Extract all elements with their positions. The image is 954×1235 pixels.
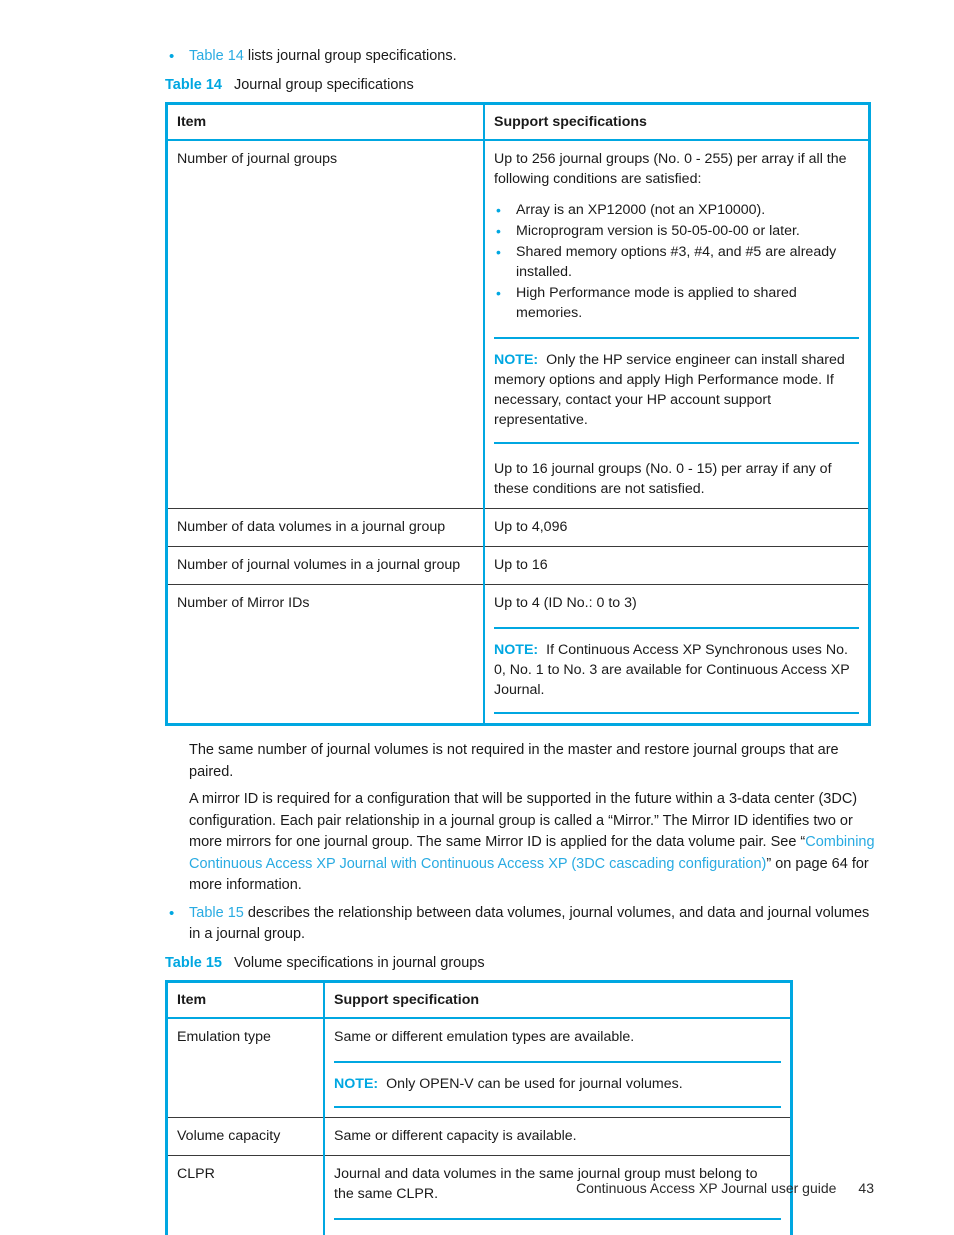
table14-row3-item: Number of Mirror IDs [166,584,485,725]
table15-body: Emulation type Same or different emulati… [166,1017,792,1235]
list-item: • High Performance mode is applied to sha… [494,283,859,323]
table15-caption: Table 15 Volume specifications in journal… [165,953,875,974]
table15-row2-note: NOTE:A primary journal group and the cor… [334,1217,781,1235]
table15-caption-label: Table 15 [165,954,222,971]
table14-body: Number of journal groups Up to 256 journ… [166,140,870,725]
table-row: Emulation type Same or different emulati… [166,1017,792,1118]
table14-caption-label: Table 14 [165,77,222,93]
note-text: Only the HP service engineer can install… [494,352,845,428]
intro-bullet-table15-rest: describes the relationship between data … [189,904,870,942]
intro-bullet-table14: • Table 14 lists journal group specifica… [165,46,875,67]
footer-page-number: 43 [858,1180,874,1196]
note-label: NOTE: [334,1075,379,1092]
table15-row0-spec-intro: Same or different emulation types are av… [334,1028,635,1045]
note-body: NOTE: Only OPEN-V can be used for journal… [334,1074,781,1094]
table14-header-item: Item [166,103,485,141]
table15: Item Support specification Emulation typ… [165,979,793,1235]
table14-header-row: Item Support specifications [166,103,870,141]
table15-head: Item Support specification [166,981,792,1019]
body-paragraph-2-part1: A mirror ID is required for a configurat… [189,791,858,850]
table14-head: Item Support specifications [166,103,870,141]
table-row: Number of journal groups Up to 256 journ… [166,140,870,509]
note-body: NOTE: Only the HP service engineer can in… [494,350,859,430]
table15-row0-note: NOTE: Only OPEN-V can be used for journal… [334,1060,781,1108]
condition-text: High Performance mode is applied to shar… [516,285,797,321]
table-row: Number of data volumes in a journal grou… [166,508,870,547]
table15-row0-item: Emulation type [166,1017,325,1117]
table15-caption-title: Volume specifications in journal groups [233,954,485,971]
table15-row1-item: Volume capacity [166,1116,325,1155]
table14-row0-conditions: • Array is an XP12000 (not an XP10000). •… [494,200,859,323]
body-text-block: The same number of journal volumes is no… [165,740,875,897]
table14-cross-reference[interactable]: Table 14 [189,48,244,64]
table14: Item Support specifications Number of jo… [165,102,871,726]
condition-text: Microprogram version is 50-05-00-00 or l… [516,223,800,239]
list-item: • Array is an XP12000 (not an XP10000). [494,200,859,220]
note-label: NOTE: [494,352,539,368]
table14-row3-spec: Up to 4 (ID No.: 0 to 3) NOTE: If Continu… [484,584,870,725]
table14-row0-spec-intro: Up to 256 journal groups (No. 0 - 255) p… [494,151,847,187]
table14-row3-spec-intro: Up to 4 (ID No.: 0 to 3) [494,595,637,611]
bullet-icon: • [496,202,501,218]
note-text: If Continuous Access XP Synchronous uses… [494,642,850,698]
table14-row3-note: NOTE: If Continuous Access XP Synchronous… [494,627,859,714]
page-footer: Continuous Access XP Journal user guide 4… [0,1180,954,1196]
table15-cross-reference[interactable]: Table 15 [189,905,244,921]
note-body: NOTE: If Continuous Access XP Synchronous… [494,640,859,700]
list-item: • Microprogram version is 50-05-00-00 or … [494,221,859,241]
condition-text: Shared memory options #3, #4, and #5 are… [516,244,837,280]
table14-row2-item: Number of journal volumes in a journal g… [166,546,485,585]
note-label: NOTE: [494,642,539,658]
bullet-icon: • [169,904,175,922]
table14-row0-note: NOTE: Only the HP service engineer can in… [494,337,859,444]
intro-bullet-table15: • Table 15 describes the relationship be… [165,903,875,945]
bullet-icon: • [496,244,501,260]
table15-header-item: Item [166,981,325,1019]
intro-bullet-table14-rest: lists journal group specifications. [243,48,457,64]
table-row: Number of journal volumes in a journal g… [166,546,870,585]
page-content: • Table 14 lists journal group specifica… [165,46,875,1235]
table15-row1-spec: Same or different capacity is available. [324,1116,792,1155]
table14-caption: Table 14 Journal group specifications [165,75,875,96]
table14-row1-item: Number of data volumes in a journal grou… [166,508,485,547]
document-page: • Table 14 lists journal group specifica… [0,0,954,1235]
bullet-icon: • [496,223,501,239]
table14-caption-title: Journal group specifications [233,77,414,93]
table14-row0-spec-after: Up to 16 journal groups (No. 0 - 15) per… [494,461,832,497]
table14-row0-item: Number of journal groups [166,140,485,509]
table15-header-row: Item Support specification [166,981,792,1019]
intro-bullet-table15-text: Table 15 describes the relationship betw… [189,903,875,945]
condition-text: Array is an XP12000 (not an XP10000). [516,202,766,218]
intro-bullet-table14-text: Table 14 lists journal group specificati… [189,46,875,67]
bullet-icon: • [169,48,175,65]
bullet-icon: • [496,285,501,301]
table14-row0-spec: Up to 256 journal groups (No. 0 - 255) p… [484,140,870,509]
body-paragraph-1: The same number of journal volumes is no… [189,742,839,780]
table14-row1-spec: Up to 4,096 [484,508,870,547]
table14-row2-spec: Up to 16 [484,546,870,585]
table15-header-spec: Support specification [324,981,792,1019]
table-row: Number of Mirror IDs Up to 4 (ID No.: 0 … [166,584,870,725]
table-row: Volume capacity Same or different capaci… [166,1116,792,1155]
table15-row0-spec: Same or different emulation types are av… [324,1018,792,1118]
body-paragraph-2: A mirror ID is required for a configurat… [189,789,875,897]
list-item: • Shared memory options #3, #4, and #5 ar… [494,242,859,282]
note-body: NOTE:A primary journal group and the cor… [334,1231,781,1235]
footer-guide-title: Continuous Access XP Journal user guide [575,1180,837,1196]
table14-header-spec: Support specifications [484,103,870,141]
note-text: Only OPEN-V can be used for journal volu… [386,1075,683,1092]
